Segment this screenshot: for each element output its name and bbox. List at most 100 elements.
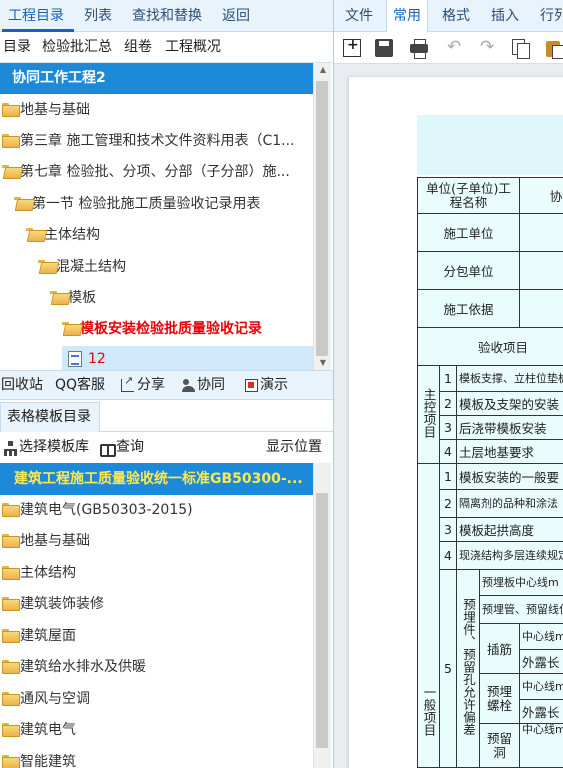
folder-open-icon	[38, 260, 54, 272]
construction-basis-value[interactable]	[519, 289, 563, 328]
qq-support-button[interactable]: QQ客服	[55, 371, 105, 400]
redo-icon[interactable]	[478, 37, 496, 57]
project-tree-root[interactable]: 协同工作工程2	[0, 63, 313, 94]
scroll-thumb[interactable]	[316, 493, 328, 748]
main-item-text[interactable]: 后浇带模板安装	[455, 415, 563, 440]
template-tree-root[interactable]: 建筑工程施工质量验收统一标准GB50300-...	[0, 463, 313, 495]
folder-icon	[2, 103, 20, 117]
menu-find-replace[interactable]: 查找和替换	[132, 0, 202, 32]
tree-node[interactable]: 第七章 检验批、分项、分部（子分部）施...	[0, 157, 313, 188]
share-button[interactable]: 分享	[137, 371, 165, 400]
save-icon[interactable]	[375, 39, 393, 57]
show-position-button[interactable]: 显示位置	[266, 432, 322, 463]
binoculars-icon[interactable]	[100, 441, 116, 457]
recycle-bin-button[interactable]: 回收站	[1, 371, 43, 400]
scroll-up-arrow-icon[interactable]: ▲	[314, 63, 332, 77]
editor-pane: 文件 常用 格式 插入 行列 单位(子单位)工程名称 协同工	[333, 0, 563, 768]
row-number: 2	[439, 489, 457, 518]
main-item-text[interactable]: 模板及支架的安装	[455, 391, 563, 416]
template-node-label: 建筑电气(GB50303-2015)	[20, 502, 193, 518]
people-icon[interactable]	[182, 379, 195, 392]
general-item-text[interactable]: 模板起拱高度	[455, 517, 563, 542]
tree-node[interactable]: 第三章 施工管理和技术文件资料用表（C1...	[0, 126, 313, 157]
general-item-text[interactable]: 模板安装的一般要	[455, 463, 563, 490]
hierarchy-icon[interactable]	[4, 441, 17, 456]
document-item[interactable]: 12	[62, 346, 313, 370]
ribbon-tab-common[interactable]: 常用	[386, 0, 428, 33]
ribbon-tab-format[interactable]: 格式	[442, 0, 470, 32]
collaborate-button[interactable]: 协同	[197, 371, 225, 400]
template-node[interactable]: 主体结构	[0, 558, 313, 589]
template-node[interactable]: 建筑装饰装修	[0, 589, 313, 620]
center-line-label[interactable]: 中心线m	[519, 623, 563, 650]
tree-node[interactable]: 地基与基础	[0, 95, 313, 126]
ribbon-toolbar	[334, 32, 563, 64]
new-file-icon[interactable]	[343, 37, 361, 57]
ribbon-tab-rows-cols[interactable]: 行列	[540, 0, 563, 32]
tab-template-catalog[interactable]: 表格模板目录	[0, 402, 100, 432]
template-node[interactable]: 通风与空调	[0, 684, 313, 715]
menu-project-catalog[interactable]: 工程目录	[8, 0, 64, 32]
present-button[interactable]: 演示	[260, 371, 288, 400]
template-node[interactable]: 地基与基础	[0, 526, 313, 557]
batch-summary-button[interactable]: 检验批汇总	[42, 32, 112, 63]
scroll-thumb[interactable]	[316, 81, 328, 356]
folder-icon	[2, 534, 20, 548]
share-icon[interactable]	[121, 374, 134, 392]
select-template-lib-button[interactable]: 选择模板库	[19, 432, 89, 463]
template-tree-scrollbar[interactable]	[313, 463, 331, 768]
main-control-text: 主控项目	[421, 388, 437, 438]
template-node[interactable]: 建筑电气	[0, 715, 313, 746]
tree-node-label: 主体结构	[44, 227, 100, 243]
project-tree-scrollbar[interactable]: ▲ ▼	[313, 63, 331, 370]
template-node[interactable]: 建筑电气(GB50303-2015)	[0, 495, 313, 526]
row-number: 5	[439, 569, 457, 768]
undo-icon[interactable]	[445, 37, 463, 57]
project-overview-button[interactable]: 工程概况	[165, 32, 221, 63]
folder-icon	[2, 503, 20, 517]
menu-back[interactable]: 返回	[222, 0, 250, 32]
main-item-text[interactable]: 土层地基要求	[455, 439, 563, 464]
template-node[interactable]: 建筑给水排水及供暖	[0, 652, 313, 683]
template-node-label: 建筑屋面	[20, 628, 76, 644]
tree-node[interactable]: 混凝土结构	[0, 252, 313, 283]
center-line-label[interactable]: 中心线m	[519, 673, 563, 700]
unit-name-value[interactable]: 协同工	[519, 177, 563, 214]
tree-node[interactable]: 模板	[0, 283, 313, 314]
folder-icon	[2, 134, 20, 148]
ribbon-tab-file[interactable]: 文件	[345, 0, 373, 32]
assemble-volume-button[interactable]: 组卷	[124, 32, 152, 63]
left-pane: 工程目录 列表 查找和替换 返回 目录 检验批汇总 组卷 工程概况 协同工作工程…	[0, 0, 333, 768]
scroll-down-arrow-icon[interactable]: ▼	[314, 356, 332, 370]
general-item-text[interactable]: 隔离剂的品种和涂法	[455, 489, 563, 518]
exposed-length-label[interactable]: 外露长	[519, 649, 563, 674]
tree-node-label: 地基与基础	[20, 102, 90, 118]
form-title-area[interactable]	[417, 115, 563, 175]
construction-unit-value[interactable]	[519, 213, 563, 252]
presentation-icon[interactable]	[245, 379, 258, 392]
template-node[interactable]: 建筑屋面	[0, 621, 313, 652]
menu-list[interactable]: 列表	[84, 0, 112, 32]
template-node-label: 建筑给水排水及供暖	[20, 659, 146, 675]
template-node[interactable]: 智能建筑	[0, 747, 313, 768]
template-tabbar: 表格模板目录	[0, 402, 333, 432]
paste-icon[interactable]	[546, 39, 563, 59]
tree-node[interactable]: 主体结构	[0, 220, 313, 251]
embed-item-text[interactable]: 预埋管、预留线位置mm	[478, 595, 563, 624]
row-number: 1	[439, 463, 457, 490]
copy-icon[interactable]	[512, 39, 530, 59]
catalog-button[interactable]: 目录	[3, 32, 31, 63]
folder-icon	[2, 692, 20, 706]
subcontract-unit-value[interactable]	[519, 251, 563, 290]
ribbon-tab-insert[interactable]: 插入	[491, 0, 519, 32]
tree-node[interactable]: 第一节 检验批施工质量验收记录用表	[0, 189, 313, 220]
embed-item-text[interactable]: 预埋板中心线m	[478, 569, 563, 596]
main-item-text[interactable]: 模板支撑、立柱位垫板	[455, 365, 563, 392]
print-icon[interactable]	[410, 39, 428, 59]
exposed-length-label[interactable]: 外露长	[519, 699, 563, 724]
query-button[interactable]: 查询	[116, 432, 144, 463]
center-line-label[interactable]: 中心线m	[519, 723, 563, 768]
general-item-text[interactable]: 现浇结构多层连续规定	[455, 541, 563, 570]
tree-node-selected[interactable]: 模板安装检验批质量验收记录	[0, 314, 313, 345]
bolt-label: 预埋螺栓	[478, 673, 521, 724]
